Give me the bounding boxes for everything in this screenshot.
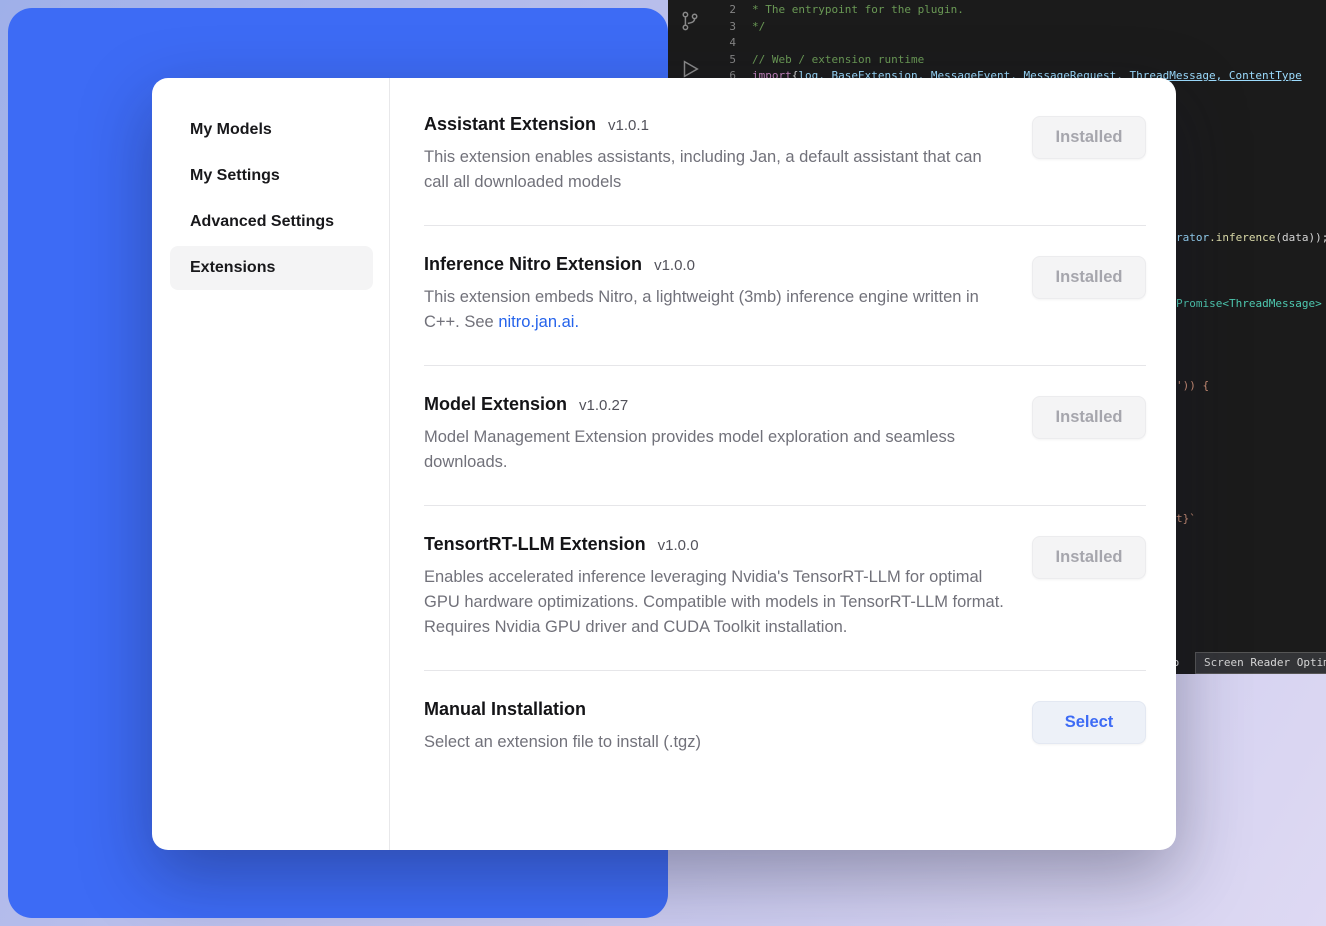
- git-branch-icon[interactable]: [679, 10, 701, 32]
- run-debug-icon[interactable]: [679, 58, 701, 80]
- sidebar-item-my-models[interactable]: My Models: [170, 108, 373, 152]
- code-fragment: t}`: [1176, 511, 1196, 528]
- extension-title: Model Extension: [424, 394, 567, 415]
- line-number: 4: [712, 35, 752, 52]
- extension-version: v1.0.1: [608, 117, 649, 134]
- extensions-panel: Assistant Extension v1.0.1 This extensio…: [390, 78, 1176, 850]
- code-text: */: [752, 19, 765, 36]
- extension-description: This extension enables assistants, inclu…: [424, 145, 1008, 195]
- screen-reader-badge[interactable]: Screen Reader Optimize: [1195, 652, 1326, 674]
- select-file-button[interactable]: Select: [1032, 701, 1146, 744]
- extension-title: TensortRT-LLM Extension: [424, 534, 646, 555]
- sidebar-item-advanced-settings[interactable]: Advanced Settings: [170, 200, 373, 244]
- sidebar-item-my-settings[interactable]: My Settings: [170, 154, 373, 198]
- installed-button[interactable]: Installed: [1032, 396, 1146, 439]
- extension-description: Enables accelerated inference leveraging…: [424, 565, 1008, 640]
- line-number: 2: [712, 2, 752, 19]
- extension-title: Assistant Extension: [424, 114, 596, 135]
- manual-installation-row: Manual Installation Select an extension …: [424, 671, 1146, 785]
- code-area: 2 * The entrypoint for the plugin. 3 */ …: [712, 2, 1326, 85]
- code-fragment: rator.inference(data));: [1176, 230, 1326, 247]
- extension-description: This extension embeds Nitro, a lightweig…: [424, 285, 1008, 335]
- code-fragment: ')) {: [1176, 378, 1209, 395]
- extension-version: v1.0.0: [658, 537, 699, 554]
- extension-title: Inference Nitro Extension: [424, 254, 642, 275]
- code-line: 3 */: [712, 19, 1326, 36]
- line-number: 5: [712, 52, 752, 69]
- code-line: 5 // Web / extension runtime: [712, 52, 1326, 69]
- code-text: * The entrypoint for the plugin.: [752, 2, 964, 19]
- nitro-link[interactable]: nitro.jan.ai.: [498, 313, 579, 331]
- line-number: 3: [712, 19, 752, 36]
- extension-row-assistant: Assistant Extension v1.0.1 This extensio…: [424, 86, 1146, 226]
- code-line: 4: [712, 35, 1326, 52]
- extension-row-tensorrt-llm: TensortRT-LLM Extension v1.0.0 Enables a…: [424, 506, 1146, 671]
- extension-description: Model Management Extension provides mode…: [424, 425, 1008, 475]
- extension-version: v1.0.0: [654, 257, 695, 274]
- installed-button[interactable]: Installed: [1032, 536, 1146, 579]
- extension-version: v1.0.27: [579, 397, 628, 414]
- code-text: // Web / extension runtime: [752, 52, 924, 69]
- sidebar-item-extensions[interactable]: Extensions: [170, 246, 373, 290]
- code-fragment: Promise<ThreadMessage>: [1176, 296, 1322, 313]
- extension-row-model: Model Extension v1.0.27 Model Management…: [424, 366, 1146, 506]
- installed-button[interactable]: Installed: [1032, 256, 1146, 299]
- settings-sidebar: My Models My Settings Advanced Settings …: [152, 78, 390, 850]
- installed-button[interactable]: Installed: [1032, 116, 1146, 159]
- manual-installation-description: Select an extension file to install (.tg…: [424, 730, 701, 755]
- code-line: 2 * The entrypoint for the plugin.: [712, 2, 1326, 19]
- manual-installation-title: Manual Installation: [424, 699, 586, 720]
- extension-row-inference-nitro: Inference Nitro Extension v1.0.0 This ex…: [424, 226, 1146, 366]
- settings-modal: My Models My Settings Advanced Settings …: [152, 78, 1176, 850]
